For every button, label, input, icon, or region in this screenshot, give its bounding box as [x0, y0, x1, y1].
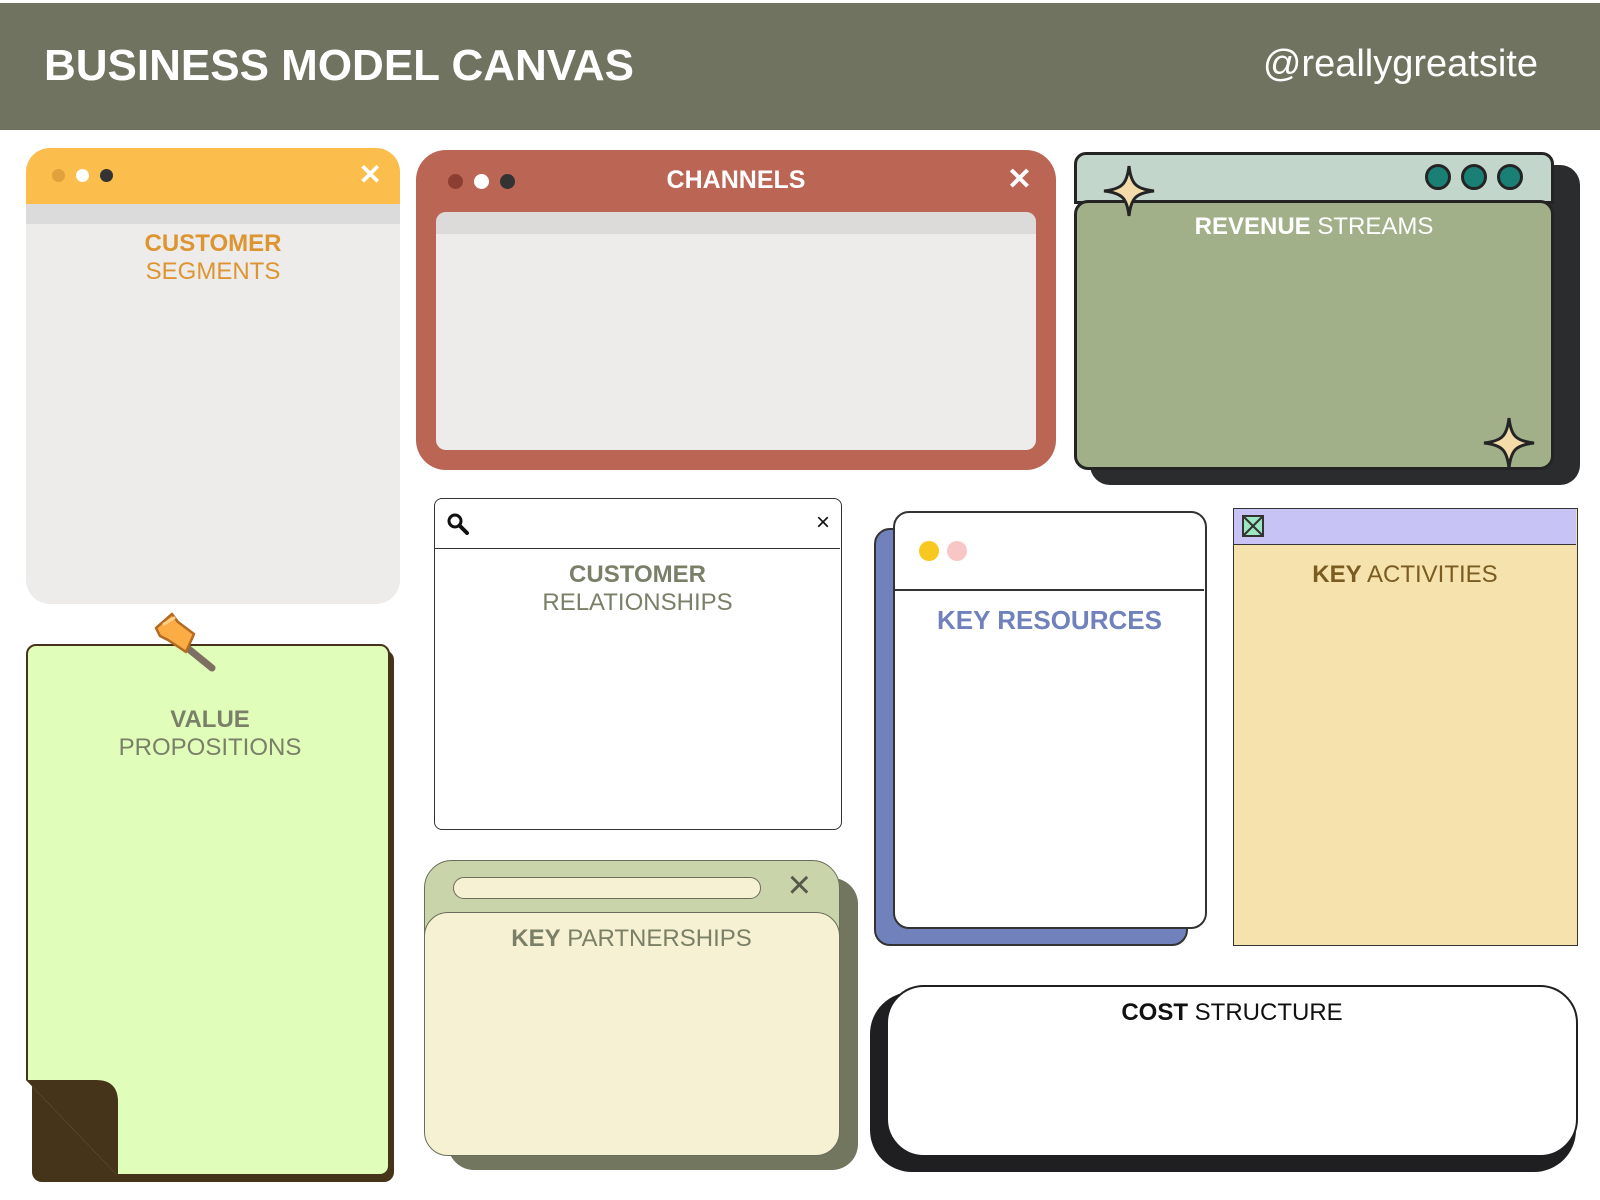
window-dot-icon[interactable]: [947, 541, 967, 561]
section-title: CUSTOMER RELATIONSHIPS: [435, 561, 840, 617]
sparkle-icon: [1483, 417, 1535, 469]
channels-window: CHANNELS ✕: [416, 150, 1056, 470]
window-dot-icon[interactable]: [1461, 164, 1487, 190]
close-icon[interactable]: ×: [788, 863, 811, 908]
key-partnerships-window: × KEY PARTNERSHIPS: [424, 860, 840, 1156]
search-icon[interactable]: [447, 513, 469, 535]
section-title: CUSTOMER SEGMENTS: [26, 230, 400, 286]
address-bar[interactable]: [453, 877, 761, 899]
close-icon[interactable]: ✕: [1007, 162, 1032, 197]
window-body: [436, 212, 1036, 450]
section-title: KEY PARTNERSHIPS: [425, 925, 838, 953]
cost-structure-window: COST STRUCTURE: [886, 985, 1578, 1157]
title-line: SEGMENTS: [145, 258, 281, 285]
section-title: KEY RESOURCES: [937, 605, 1162, 635]
title-line-bold: CUSTOMER: [569, 561, 706, 588]
title-line-bold: CUSTOMER: [144, 230, 282, 257]
title-rest: STREAMS: [1310, 213, 1434, 240]
window-dot-icon[interactable]: [100, 169, 113, 182]
title-rest: STRUCTURE: [1188, 999, 1343, 1026]
customer-segments-window: ✕ CUSTOMER SEGMENTS: [26, 148, 400, 604]
title-bold: KEY: [1312, 561, 1362, 588]
revenue-streams-window: REVENUE STREAMS: [1072, 150, 1562, 470]
window-dot-icon[interactable]: [52, 169, 65, 182]
key-resources-window: KEY RESOURCES: [893, 511, 1207, 929]
sparkle-icon: [1103, 165, 1155, 217]
title-line: PROPOSITIONS: [118, 734, 302, 761]
section-title: VALUE PROPOSITIONS: [28, 706, 390, 762]
customer-relationships-window: × CUSTOMER RELATIONSHIPS: [434, 498, 842, 830]
window-titlebar: ✕: [26, 148, 400, 204]
title-bold: REVENUE: [1194, 213, 1311, 240]
section-title: CHANNELS: [666, 166, 806, 194]
section-title: KEY ACTIVITIES: [1234, 561, 1576, 589]
window-body: KEY PARTNERSHIPS: [424, 912, 840, 1156]
window-dot-icon[interactable]: [1497, 164, 1523, 190]
title-line: RELATIONSHIPS: [542, 589, 733, 616]
key-activities-window: KEY ACTIVITIES: [1233, 508, 1578, 946]
window-titlebar: [1234, 509, 1576, 545]
window-toolbar: [436, 212, 1036, 234]
title-rest: ACTIVITIES: [1361, 561, 1498, 588]
window-toolbar: [26, 204, 400, 224]
pushpin-icon: [154, 612, 216, 672]
window-dot-icon[interactable]: [76, 169, 89, 182]
site-handle[interactable]: @reallygreatsite: [1263, 43, 1538, 86]
close-box-icon[interactable]: [1242, 515, 1264, 537]
window-dot-icon[interactable]: [919, 541, 939, 561]
window-dot-icon[interactable]: [1425, 164, 1451, 190]
title-bold: KEY: [511, 925, 561, 952]
header-bar: BUSINESS MODEL CANVAS @reallygreatsite: [0, 3, 1600, 130]
section-title: COST STRUCTURE: [888, 999, 1576, 1027]
page-title: BUSINESS MODEL CANVAS: [44, 41, 635, 90]
title-rest: PARTNERSHIPS: [560, 925, 752, 952]
close-icon[interactable]: ✕: [359, 158, 382, 191]
title-bold: COST: [1121, 999, 1188, 1026]
search-bar[interactable]: ×: [435, 499, 840, 549]
window-titlebar: [895, 513, 1204, 591]
close-icon[interactable]: ×: [816, 509, 830, 537]
folded-corner-icon: [26, 1080, 118, 1176]
title-line-bold: VALUE: [170, 706, 250, 733]
